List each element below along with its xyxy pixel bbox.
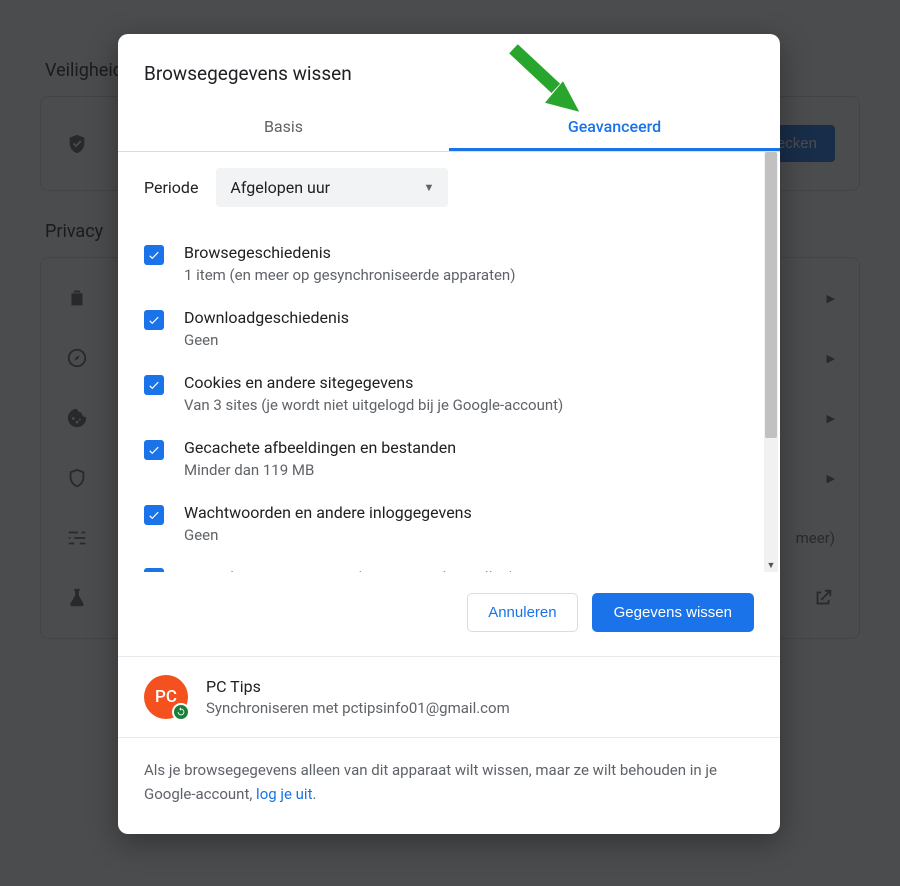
period-label: Periode (144, 178, 198, 197)
account-sync-text: Synchroniseren met pctipsinfo01@gmail.co… (206, 699, 510, 717)
checkbox-cached-images[interactable] (144, 440, 164, 460)
cancel-button[interactable]: Annuleren (467, 593, 577, 632)
item-title: Gecachete afbeeldingen en bestanden (184, 438, 456, 457)
item-title: Formuliergegevens voor 'Automatisch invu… (184, 568, 512, 572)
avatar: PC (144, 675, 188, 719)
clear-data-button[interactable]: Gegevens wissen (592, 593, 754, 632)
footer-text: Als je browsegegevens alleen van dit app… (144, 761, 717, 803)
tab-advanced[interactable]: Geavanceerd (449, 103, 780, 151)
item-subtitle: Geen (184, 526, 472, 544)
dialog-footer-message: Als je browsegegevens alleen van dit app… (118, 737, 780, 834)
footer-text-after: . (312, 785, 316, 803)
sign-out-link[interactable]: log je uit (256, 785, 312, 803)
dialog-title: Browsegegevens wissen (118, 34, 780, 103)
checkbox-passwords[interactable] (144, 505, 164, 525)
item-title: Downloadgeschiedenis (184, 308, 349, 327)
item-title: Wachtwoorden en andere inloggegevens (184, 503, 472, 522)
checkbox-browsing-history[interactable] (144, 245, 164, 265)
scrollbar-thumb[interactable] (765, 152, 777, 438)
item-subtitle: Minder dan 119 MB (184, 461, 456, 479)
time-range-select[interactable]: Afgelopen uur ▼ (216, 168, 448, 207)
scroll-down-arrow-icon[interactable]: ▼ (764, 558, 778, 572)
clear-browsing-data-dialog: Browsegegevens wissen Basis Geavanceerd … (118, 34, 780, 834)
dialog-scroll-area: Periode Afgelopen uur ▼ Browsegeschieden… (118, 152, 780, 572)
checkbox-download-history[interactable] (144, 310, 164, 330)
avatar-initials: PC (155, 687, 177, 707)
scrollbar-vertical[interactable]: ▲ ▼ (764, 152, 778, 572)
checkbox-autofill-partial[interactable] (144, 568, 164, 572)
item-title: Browsegeschiedenis (184, 243, 515, 262)
account-row: PC PC Tips Synchroniseren met pctipsinfo… (118, 656, 780, 737)
item-title: Cookies en andere sitegegevens (184, 373, 563, 392)
account-name: PC Tips (206, 677, 510, 696)
checkbox-cookies[interactable] (144, 375, 164, 395)
dialog-tabs: Basis Geavanceerd (118, 103, 780, 152)
item-subtitle: Geen (184, 331, 349, 349)
chevron-down-icon: ▼ (424, 181, 435, 194)
sync-badge-icon (172, 703, 190, 721)
item-subtitle: 1 item (en meer op gesynchroniseerde app… (184, 266, 515, 284)
tab-basic[interactable]: Basis (118, 103, 449, 151)
time-range-value: Afgelopen uur (230, 178, 330, 197)
item-subtitle: Van 3 sites (je wordt niet uitgelogd bij… (184, 396, 563, 414)
